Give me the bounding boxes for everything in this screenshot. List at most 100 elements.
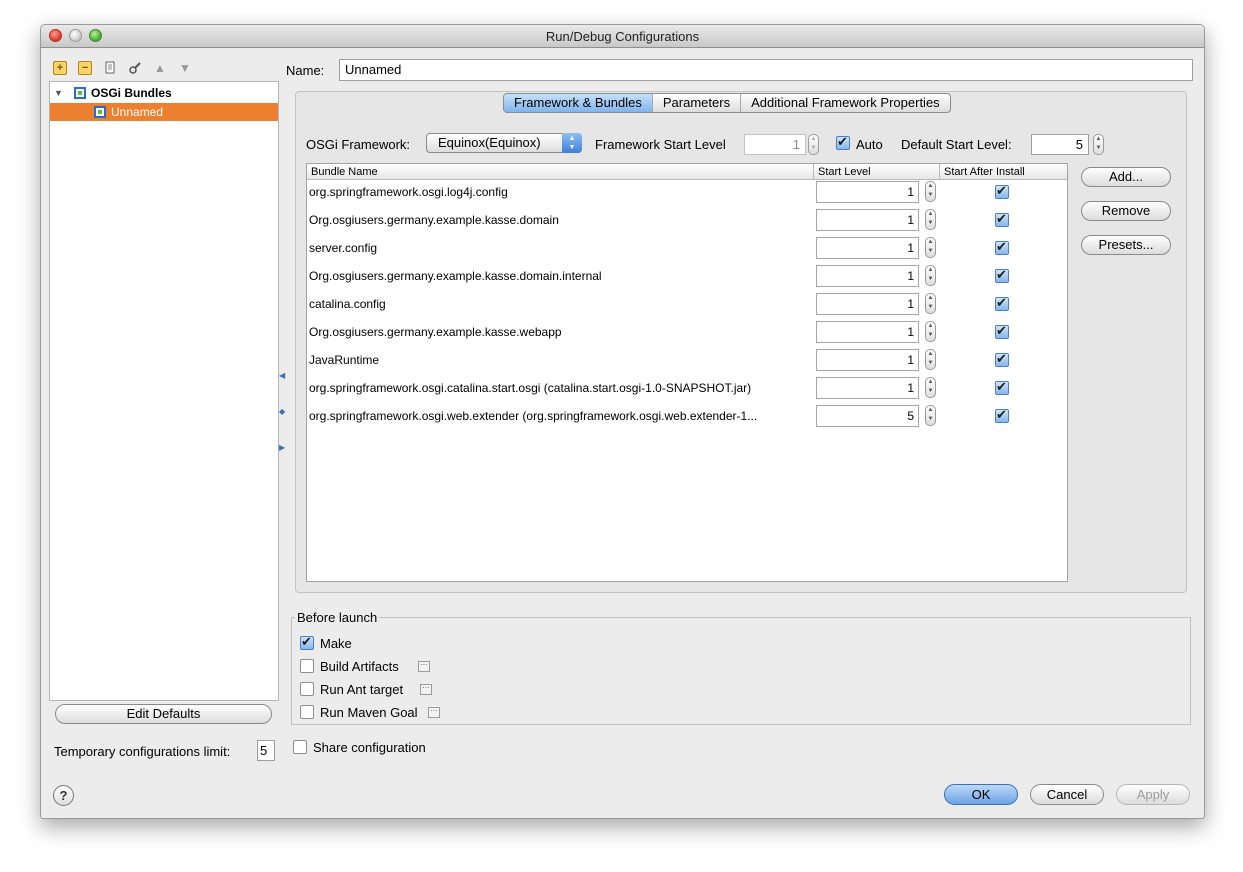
title-bar[interactable]: Run/Debug Configurations (41, 25, 1204, 48)
table-row[interactable]: org.springframework.osgi.catalina.start.… (307, 375, 1067, 403)
start-level-stepper[interactable]: ▲ ▼ (925, 349, 936, 370)
start-level-input[interactable]: 1 (816, 265, 919, 287)
start-level-input[interactable]: 1 (816, 321, 919, 343)
start-after-install-checkbox[interactable] (995, 211, 1009, 227)
run-maven-goal-label: Run Maven Goal (320, 705, 418, 720)
start-after-install-checkbox[interactable] (995, 323, 1009, 339)
run-ant-target-checkbox[interactable] (300, 682, 314, 696)
run-ant-target-options-button[interactable]: ··· (420, 684, 432, 695)
framework-start-level-input[interactable]: 1 (744, 134, 806, 155)
table-row[interactable]: JavaRuntime 1 ▲ ▼ (307, 347, 1067, 375)
remove-config-icon[interactable]: − (78, 61, 92, 75)
start-after-install-checkbox[interactable] (995, 351, 1009, 367)
bundle-name-cell: catalina.config (309, 297, 386, 311)
auto-label: Auto (856, 137, 883, 152)
start-after-install-checkbox[interactable] (995, 239, 1009, 255)
start-level-input[interactable]: 1 (816, 181, 919, 203)
start-level-stepper[interactable]: ▲ ▼ (925, 209, 936, 230)
arrow-up-icon[interactable]: ▲ (153, 61, 167, 75)
build-artifacts-options-button[interactable]: ··· (418, 661, 430, 672)
default-start-level-input[interactable]: 5 (1031, 134, 1089, 155)
start-level-input[interactable]: 1 (816, 377, 919, 399)
tree-item-unnamed[interactable]: Unnamed (50, 103, 278, 121)
start-after-install-checkbox[interactable] (995, 379, 1009, 395)
start-level-stepper[interactable]: ▲ ▼ (925, 321, 936, 342)
table-row[interactable]: server.config 1 ▲ ▼ (307, 235, 1067, 263)
table-row[interactable]: Org.osgiusers.germany.example.kasse.doma… (307, 207, 1067, 235)
temp-limit-label: Temporary configurations limit: (54, 744, 231, 759)
add-bundle-button[interactable]: Add... (1081, 167, 1171, 187)
start-after-install-checkbox[interactable] (995, 183, 1009, 199)
start-level-stepper[interactable]: ▲ ▼ (925, 265, 936, 286)
start-level-stepper[interactable]: ▲ ▼ (925, 237, 936, 258)
start-level-stepper[interactable]: ▲ ▼ (925, 181, 936, 202)
remove-bundle-button[interactable]: Remove (1081, 201, 1171, 221)
bundle-name-cell: JavaRuntime (309, 353, 380, 367)
start-after-install-checkbox[interactable] (995, 295, 1009, 311)
share-configuration-label: Share configuration (313, 740, 426, 755)
window-title: Run/Debug Configurations (545, 29, 700, 44)
start-level-input[interactable]: 5 (816, 405, 919, 427)
wrench-icon[interactable] (128, 61, 142, 75)
tree-item-label: Unnamed (111, 105, 164, 119)
start-after-install-checkbox[interactable] (995, 267, 1009, 283)
copy-config-icon[interactable] (103, 61, 117, 75)
arrow-down-icon[interactable]: ▼ (178, 61, 192, 75)
default-start-level-stepper[interactable]: ▲ ▼ (1093, 134, 1104, 155)
name-label: Name: (286, 63, 325, 78)
osgi-icon (74, 87, 86, 99)
make-checkbox[interactable] (300, 634, 314, 650)
auto-checkbox[interactable] (836, 134, 850, 150)
cancel-button[interactable]: Cancel (1030, 784, 1104, 805)
run-maven-goal-checkbox[interactable] (300, 705, 314, 719)
tree-item-label: OSGi Bundles (91, 86, 172, 100)
run-maven-goal-options-button[interactable]: ··· (428, 707, 440, 718)
column-header-bundle-name[interactable]: Bundle Name (307, 164, 814, 180)
tree-item-osgi-bundles[interactable]: ▼ OSGi Bundles (50, 84, 278, 102)
bundle-name-cell: org.springframework.osgi.log4j.config (309, 185, 508, 199)
osgi-icon (94, 106, 106, 118)
start-after-install-checkbox[interactable] (995, 407, 1009, 423)
start-level-stepper[interactable]: ▲ ▼ (925, 377, 936, 398)
build-artifacts-checkbox[interactable] (300, 659, 314, 673)
run-ant-target-label: Run Ant target (320, 682, 404, 697)
bundle-name-cell: org.springframework.osgi.catalina.start.… (309, 381, 752, 395)
ok-button[interactable]: OK (944, 784, 1018, 805)
table-row[interactable]: Org.osgiusers.germany.example.kasse.weba… (307, 319, 1067, 347)
start-level-input[interactable]: 1 (816, 209, 919, 231)
start-level-stepper[interactable]: ▲ ▼ (925, 405, 936, 426)
framework-start-level-stepper[interactable]: ▲ ▼ (808, 134, 819, 155)
tab-additional-framework-properties[interactable]: Additional Framework Properties (741, 94, 950, 112)
run-debug-configurations-window: Run/Debug Configurations + − ▲ ▼ ▼ OSGi … (40, 24, 1205, 819)
edit-defaults-button[interactable]: Edit Defaults (55, 704, 272, 724)
temp-limit-input[interactable]: 5 (257, 740, 275, 761)
table-row[interactable]: org.springframework.osgi.web.extender (o… (307, 403, 1067, 431)
share-configuration-checkbox[interactable] (293, 740, 307, 754)
tab-parameters[interactable]: Parameters (653, 94, 742, 112)
start-level-input[interactable]: 1 (816, 237, 919, 259)
disclosure-triangle-icon[interactable]: ▼ (54, 84, 63, 102)
column-header-start-after-install[interactable]: Start After Install (940, 164, 1067, 180)
bundle-name-cell: Org.osgiusers.germany.example.kasse.weba… (309, 325, 562, 339)
bundle-name-cell: Org.osgiusers.germany.example.kasse.doma… (309, 213, 559, 227)
help-button[interactable]: ? (53, 785, 74, 806)
configurations-tree[interactable]: ▼ OSGi Bundles Unnamed (49, 81, 279, 701)
name-input[interactable]: Unnamed (339, 59, 1193, 81)
table-row[interactable]: catalina.config 1 ▲ ▼ (307, 291, 1067, 319)
make-label: Make (320, 636, 352, 651)
start-level-input[interactable]: 1 (816, 293, 919, 315)
bundles-table[interactable]: Bundle Name Start Level Start After Inst… (306, 163, 1068, 582)
tab-framework-bundles[interactable]: Framework & Bundles (504, 94, 653, 112)
splitter-handle[interactable]: ◀ ◆ ▶ (279, 369, 285, 459)
before-launch-title: Before launch (295, 610, 380, 625)
column-header-start-level[interactable]: Start Level (814, 164, 940, 180)
presets-button[interactable]: Presets... (1081, 235, 1171, 255)
table-row[interactable]: org.springframework.osgi.log4j.config 1 … (307, 179, 1067, 207)
start-level-stepper[interactable]: ▲ ▼ (925, 293, 936, 314)
osgi-framework-select[interactable]: Equinox(Equinox) ▲ ▼ (426, 133, 582, 153)
table-row[interactable]: Org.osgiusers.germany.example.kasse.doma… (307, 263, 1067, 291)
apply-button[interactable]: Apply (1116, 784, 1190, 805)
start-level-input[interactable]: 1 (816, 349, 919, 371)
add-config-icon[interactable]: + (53, 61, 67, 75)
framework-start-level-label: Framework Start Level (595, 137, 726, 152)
